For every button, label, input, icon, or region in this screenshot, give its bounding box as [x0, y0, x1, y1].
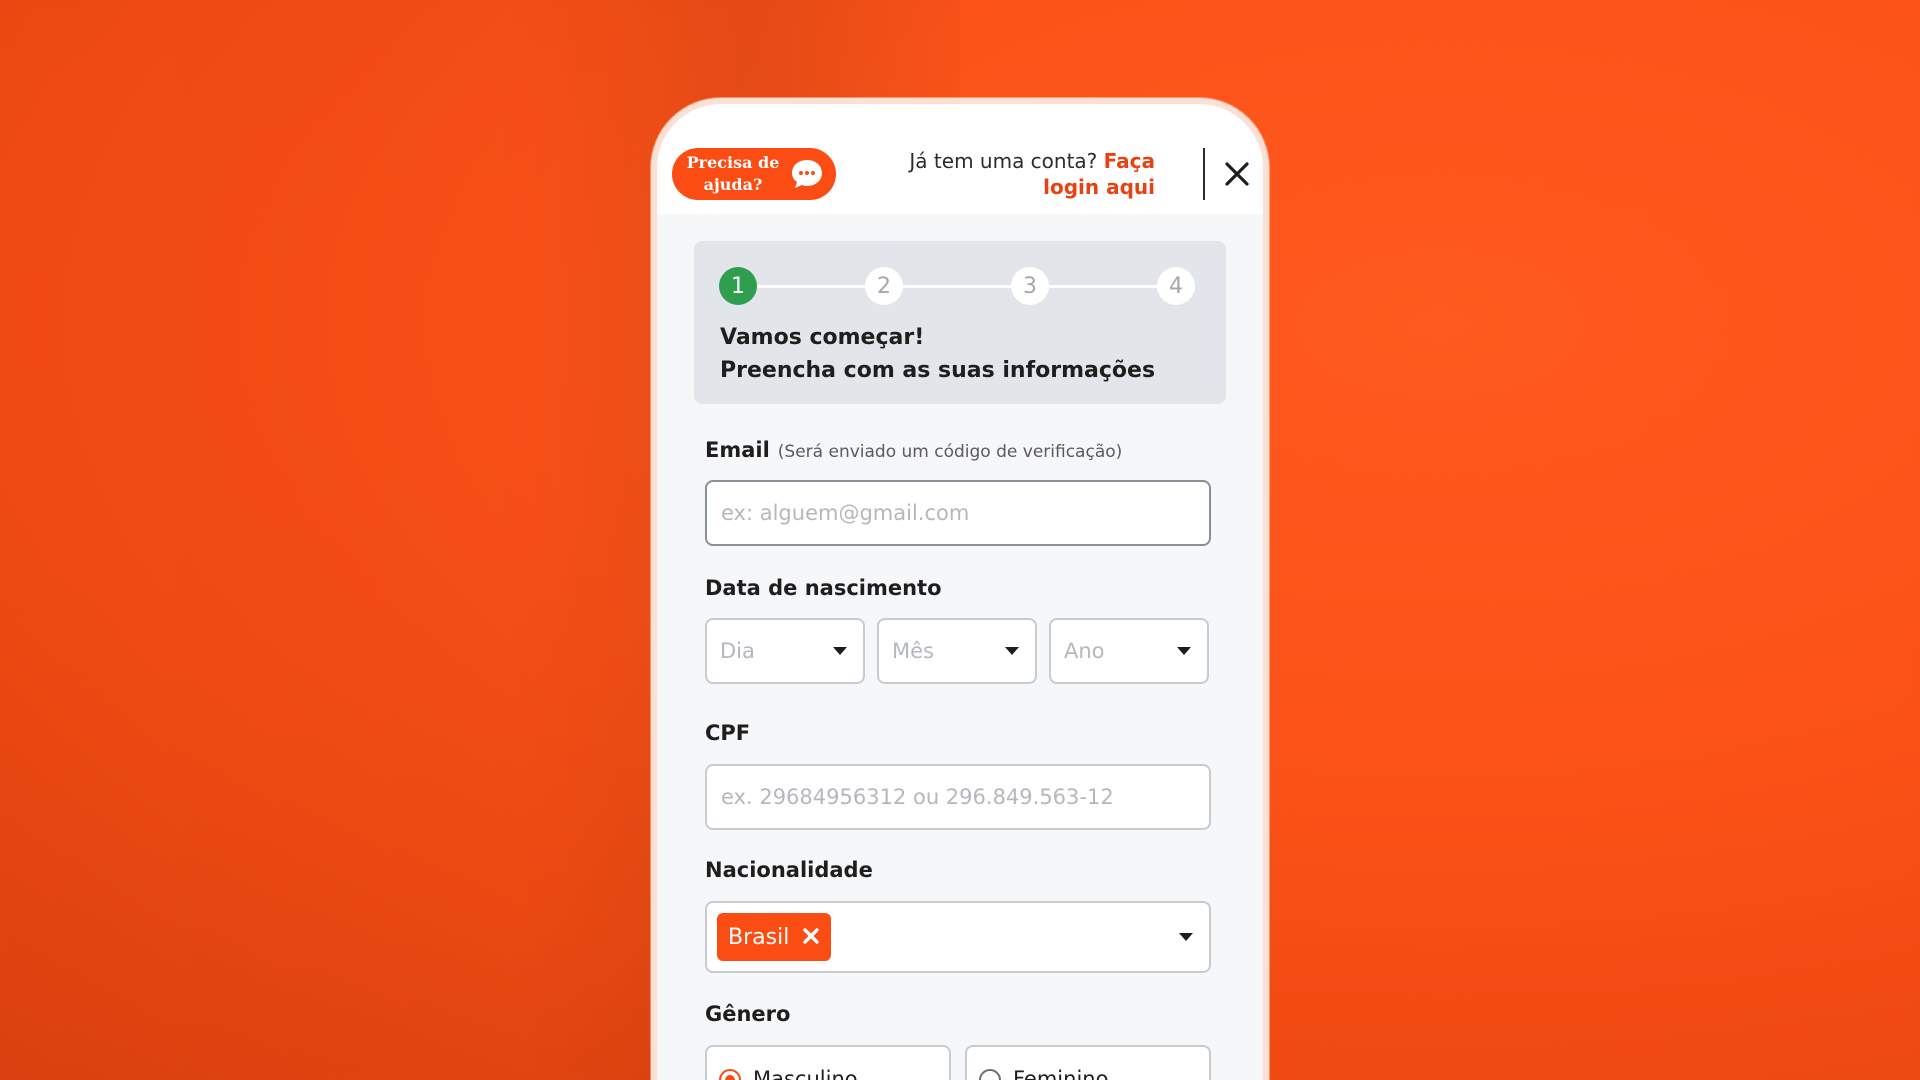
email-hint: (Será enviado um código de verificação): [777, 442, 1123, 462]
chat-bubble-icon: [792, 160, 822, 188]
radio-unchecked-icon[interactable]: [979, 1069, 1001, 1080]
email-label: Email (Será enviado um código de verifica…: [705, 438, 1122, 462]
gender-label: Gênero: [705, 1002, 791, 1026]
nationality-select[interactable]: Brasil: [705, 901, 1211, 973]
login-prompt: Já tem uma conta? Faça login aqui: [857, 148, 1155, 200]
day-placeholder: Dia: [720, 639, 755, 663]
x-icon[interactable]: [801, 926, 821, 946]
gender-option-masculino[interactable]: Masculino: [705, 1045, 951, 1080]
step-1: 1: [719, 267, 757, 305]
caret-down-icon: [1005, 647, 1019, 655]
email-placeholder: ex: alguem@gmail.com: [721, 501, 970, 525]
steps-heading: Vamos começar! Preencha com as suas info…: [720, 321, 1155, 387]
account-prompt-text: Já tem uma conta?: [909, 149, 1098, 173]
steps-heading-line1: Vamos começar!: [720, 325, 925, 350]
gender-option-label: Masculino: [753, 1067, 858, 1080]
progress-steps-card: 1 2 3 4 Vamos começar! Preencha com as s…: [694, 241, 1226, 404]
step-4: 4: [1157, 267, 1195, 305]
cpf-field[interactable]: ex. 29684956312 ou 296.849.563-12: [705, 764, 1211, 830]
step-connector-line: [734, 285, 1174, 288]
nationality-chip: Brasil: [717, 913, 831, 961]
cpf-label: CPF: [705, 721, 751, 745]
cpf-placeholder: ex. 29684956312 ou 296.849.563-12: [721, 785, 1114, 809]
steps-heading-line2: Preencha com as suas informações: [720, 358, 1156, 383]
year-select[interactable]: Ano: [1049, 618, 1209, 684]
email-label-text: Email: [705, 438, 770, 462]
step-2: 2: [865, 267, 903, 305]
day-select[interactable]: Dia: [705, 618, 865, 684]
gender-option-feminino[interactable]: Feminino: [965, 1045, 1211, 1080]
caret-down-icon: [833, 647, 847, 655]
month-select[interactable]: Mês: [877, 618, 1037, 684]
nationality-chip-label: Brasil: [728, 924, 790, 950]
help-button[interactable]: Precisa de ajuda?: [672, 148, 836, 200]
help-button-label: Precisa de ajuda?: [686, 153, 780, 194]
year-placeholder: Ano: [1064, 639, 1105, 663]
header-divider: [1203, 148, 1205, 200]
close-icon[interactable]: [1223, 160, 1251, 188]
radio-checked-icon[interactable]: [719, 1069, 741, 1080]
birthdate-label: Data de nascimento: [705, 576, 942, 600]
nationality-label: Nacionalidade: [705, 858, 873, 882]
step-3: 3: [1011, 267, 1049, 305]
email-field[interactable]: ex: alguem@gmail.com: [705, 480, 1211, 546]
month-placeholder: Mês: [892, 639, 934, 663]
signup-modal: Precisa de ajuda? Já tem uma conta? Faça…: [651, 98, 1269, 1080]
gender-option-label: Feminino: [1013, 1067, 1109, 1080]
caret-down-icon: [1177, 647, 1191, 655]
modal-header: Precisa de ajuda? Já tem uma conta? Faça…: [657, 104, 1263, 214]
caret-down-icon: [1179, 933, 1193, 941]
